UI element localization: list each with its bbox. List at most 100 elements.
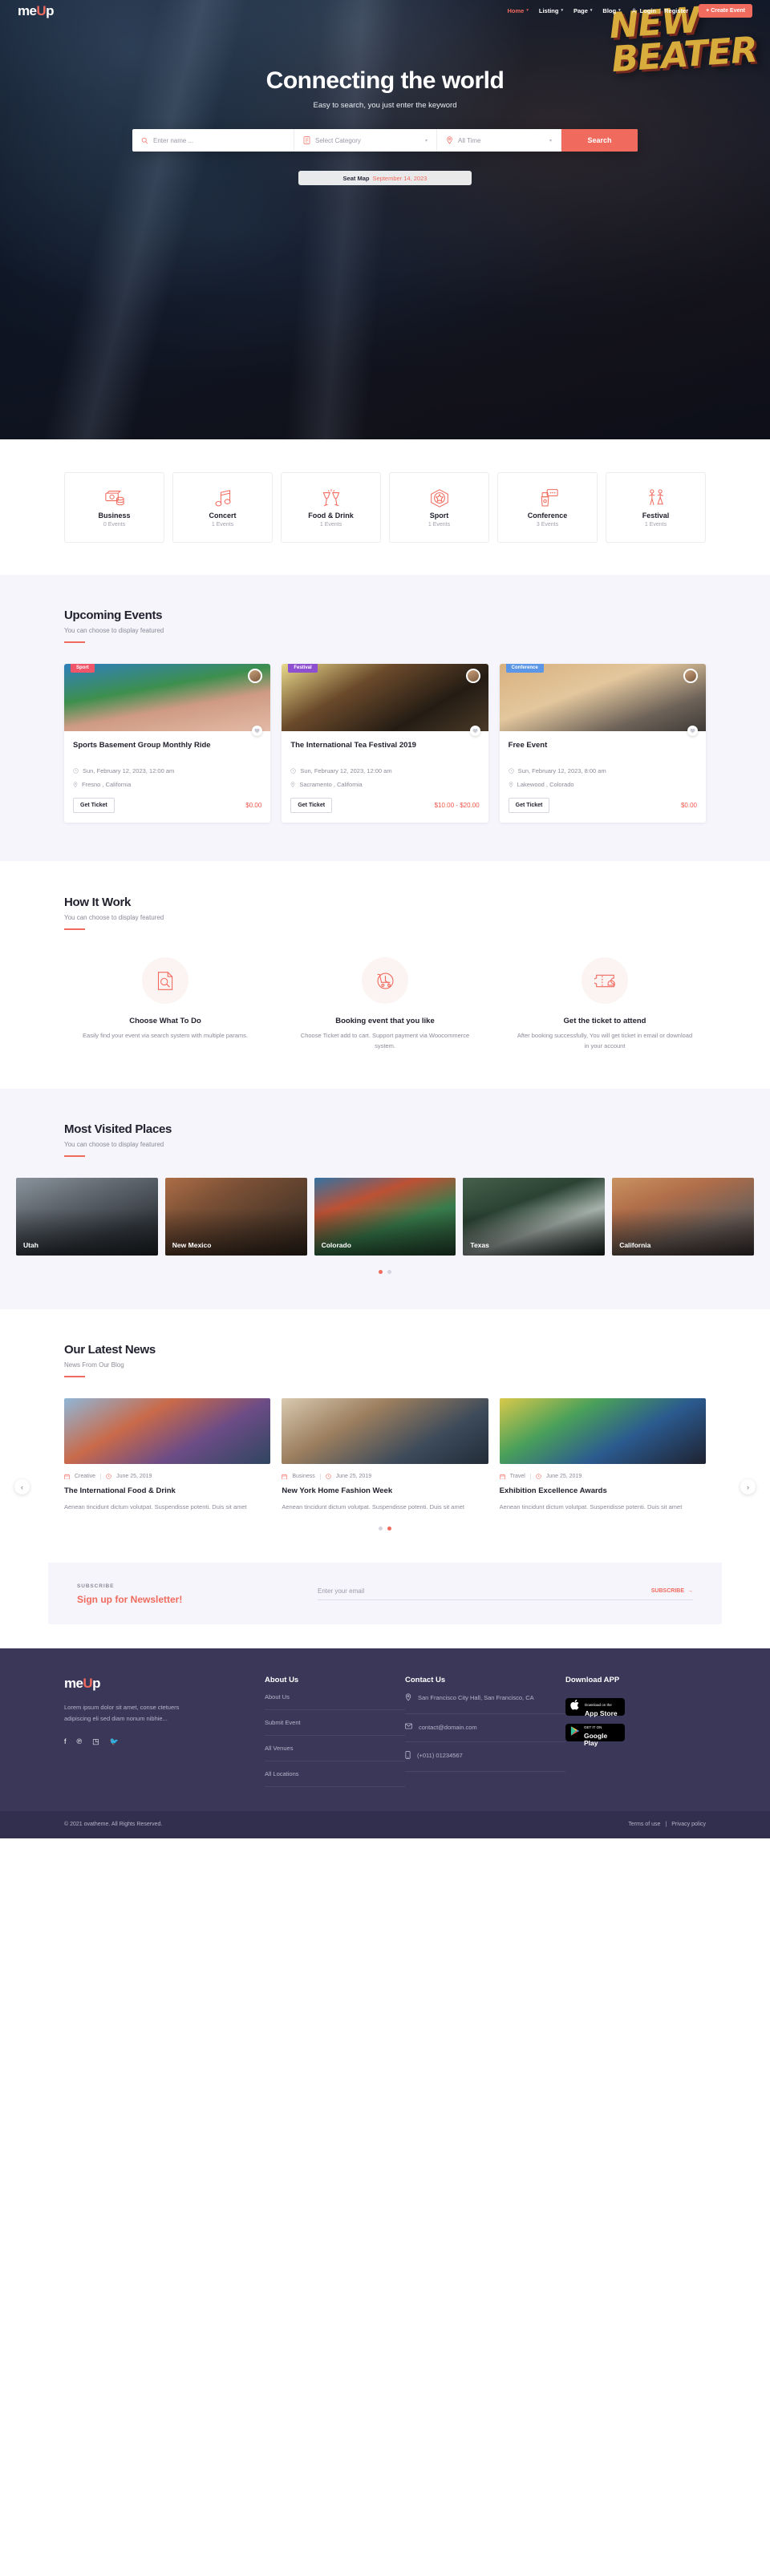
carousel-prev-button[interactable]: ‹: [14, 1479, 30, 1494]
instagram-icon[interactable]: ◳: [92, 1737, 99, 1746]
how-it-works-section: How It Work You can choose to display fe…: [0, 861, 770, 1089]
app-store-badge[interactable]: Download on the App Store: [565, 1696, 625, 1717]
tag-icon: [499, 1474, 505, 1480]
nav-item-blog[interactable]: Blog ▾: [602, 7, 620, 14]
event-footer: Get Ticket $0.00: [73, 798, 261, 813]
get-ticket-button[interactable]: Get Ticket: [508, 798, 550, 813]
category-card-festival[interactable]: Festival 1 Events: [606, 472, 706, 543]
main-navigation: me Up Home ▾ Listing ▾ Page ▾ Blog ▾ Log…: [0, 0, 770, 21]
copyright-text: © 2021 ovatheme. All Rights Reserved.: [64, 1822, 163, 1828]
latest-news-section: Our Latest News News From Our Blog Creat…: [0, 1308, 770, 1563]
event-date: Sun, February 12, 2023, 12:00 am: [300, 767, 392, 774]
news-title[interactable]: New York Home Fashion Week: [282, 1486, 488, 1495]
footer-link-all-venues[interactable]: All Venues: [265, 1736, 405, 1761]
category-count: 3 Events: [536, 521, 559, 528]
favorite-heart-icon[interactable]: [469, 726, 480, 736]
twitter-icon[interactable]: 🐦: [110, 1737, 119, 1746]
newsletter-kicker: SUBSCRIBE: [77, 1583, 115, 1589]
footer-logo[interactable]: meUp: [64, 1676, 265, 1692]
category-card-concert[interactable]: Concert 1 Events: [172, 472, 273, 543]
chevron-down-icon: ▾: [590, 8, 593, 13]
news-category[interactable]: Travel: [510, 1474, 525, 1479]
search-time-select[interactable]: All Time ▾: [437, 129, 561, 152]
carousel-dot[interactable]: [387, 1269, 391, 1274]
news-category[interactable]: Creative: [75, 1474, 95, 1479]
category-card-business[interactable]: Business 0 Events: [64, 472, 164, 543]
newsletter-subscribe-button[interactable]: SUBSCRIBE →: [651, 1588, 693, 1594]
footer-link-about-us[interactable]: About Us: [265, 1684, 405, 1710]
nav-item-listing[interactable]: Listing ▾: [539, 7, 563, 14]
section-subtitle: News From Our Blog: [64, 1361, 124, 1369]
news-category[interactable]: Business: [292, 1474, 314, 1479]
privacy-policy-link[interactable]: Privacy policy: [671, 1822, 706, 1827]
app-store-text: Download on the App Store: [585, 1696, 618, 1717]
event-location-row: Sacramento , California: [290, 781, 479, 788]
carousel-next-button[interactable]: ›: [740, 1479, 756, 1494]
place-card-new-mexico[interactable]: New Mexico: [164, 1177, 307, 1256]
place-card-california[interactable]: California: [612, 1177, 754, 1256]
section-title: Most Visited Places: [64, 1122, 172, 1136]
organizer-avatar: [465, 669, 480, 683]
news-title[interactable]: Exhibition Excellence Awards: [500, 1486, 706, 1495]
chevron-down-icon: ▾: [549, 138, 552, 144]
place-card-utah[interactable]: Utah: [16, 1177, 158, 1256]
footer-social-links: f ℗ ◳ 🐦: [64, 1737, 265, 1746]
facebook-icon[interactable]: f: [64, 1737, 67, 1746]
category-card-sport[interactable]: Sport 1 Events: [389, 472, 489, 543]
get-ticket-button[interactable]: Get Ticket: [290, 798, 333, 813]
nav-item-listing-label: Listing: [538, 6, 559, 14]
event-location: Fresno , California: [82, 781, 132, 788]
event-location-row: Lakewood , Colorado: [509, 781, 697, 788]
footer-brand: meUp Lorem ipsum dolor sit amet, conse c…: [64, 1676, 265, 1787]
footer-link-all-locations[interactable]: All Locations: [265, 1761, 405, 1787]
footer-legal-links: Terms of use | Privacy policy: [628, 1822, 706, 1827]
site-logo[interactable]: me Up: [18, 4, 54, 18]
login-link[interactable]: Login: [640, 7, 656, 14]
nav-item-home[interactable]: Home ▾: [508, 7, 529, 14]
search-name-field[interactable]: Enter name ...: [132, 129, 294, 152]
terms-of-use-link[interactable]: Terms of use: [628, 1822, 660, 1827]
register-link[interactable]: Register: [664, 7, 688, 14]
carousel-dot[interactable]: [387, 1526, 391, 1531]
event-card[interactable]: Festival The International Tea Festival …: [282, 664, 488, 823]
category-count: 1 Events: [644, 521, 667, 528]
place-card-texas[interactable]: Texas: [463, 1177, 606, 1256]
event-image: Sport: [64, 664, 271, 736]
pinterest-icon[interactable]: ℗: [77, 1737, 83, 1746]
event-body: Free Event Sun, February 12, 2023, 8:00 …: [500, 731, 706, 823]
favorite-heart-icon[interactable]: [687, 726, 698, 736]
news-date: June 25, 2019: [116, 1474, 152, 1479]
place-card-colorado[interactable]: Colorado: [314, 1177, 456, 1256]
category-card-food-drink[interactable]: Food & Drink 1 Events: [281, 472, 381, 543]
event-price: $10.00 - $20.00: [434, 802, 480, 809]
account-group: Login | Register: [631, 7, 688, 14]
location-pin-icon: [290, 782, 295, 787]
nav-item-page[interactable]: Page ▾: [573, 7, 592, 14]
google-play-badge[interactable]: GET IT ON Google Play: [565, 1723, 625, 1746]
news-card[interactable]: Business June 25, 2019 New York Home Fas…: [282, 1397, 488, 1512]
footer-phone[interactable]: (+011) 01234567: [417, 1751, 463, 1761]
event-date-row: Sun, February 12, 2023, 12:00 am: [290, 767, 479, 774]
carousel-dot[interactable]: [379, 1269, 383, 1274]
newsletter-email-input[interactable]: Enter your email: [318, 1587, 651, 1595]
carousel-dot[interactable]: [379, 1526, 383, 1531]
event-card[interactable]: Conference Free Event Sun, February 12, …: [499, 664, 706, 823]
search-button[interactable]: Search: [561, 129, 638, 152]
news-title[interactable]: The International Food & Drink: [64, 1486, 270, 1495]
footer-link-submit-event[interactable]: Submit Event: [265, 1710, 405, 1736]
clock-icon: [73, 768, 79, 774]
footer-email[interactable]: contact@domain.com: [419, 1723, 477, 1733]
news-card[interactable]: Travel June 25, 2019 Exhibition Excellen…: [499, 1397, 706, 1512]
event-card[interactable]: Sport Sports Basement Group Monthly Ride…: [64, 664, 271, 823]
news-header: Our Latest News News From Our Blog: [64, 1343, 706, 1377]
search-category-select[interactable]: Select Category ▾: [294, 129, 437, 152]
news-card[interactable]: Creative June 25, 2019 The International…: [64, 1397, 271, 1512]
get-ticket-button[interactable]: Get Ticket: [73, 798, 115, 813]
news-card-list: Creative June 25, 2019 The International…: [64, 1397, 706, 1512]
event-body: The International Tea Festival 2019 Sun,…: [282, 731, 488, 823]
category-card-conference[interactable]: Conference 3 Events: [497, 472, 598, 543]
chevron-down-icon: ▾: [526, 8, 529, 13]
seat-map-banner[interactable]: Seat Map September 14, 2023: [298, 171, 472, 185]
news-meta: Travel June 25, 2019: [499, 1473, 706, 1480]
create-event-button[interactable]: + Create Event: [699, 3, 752, 18]
